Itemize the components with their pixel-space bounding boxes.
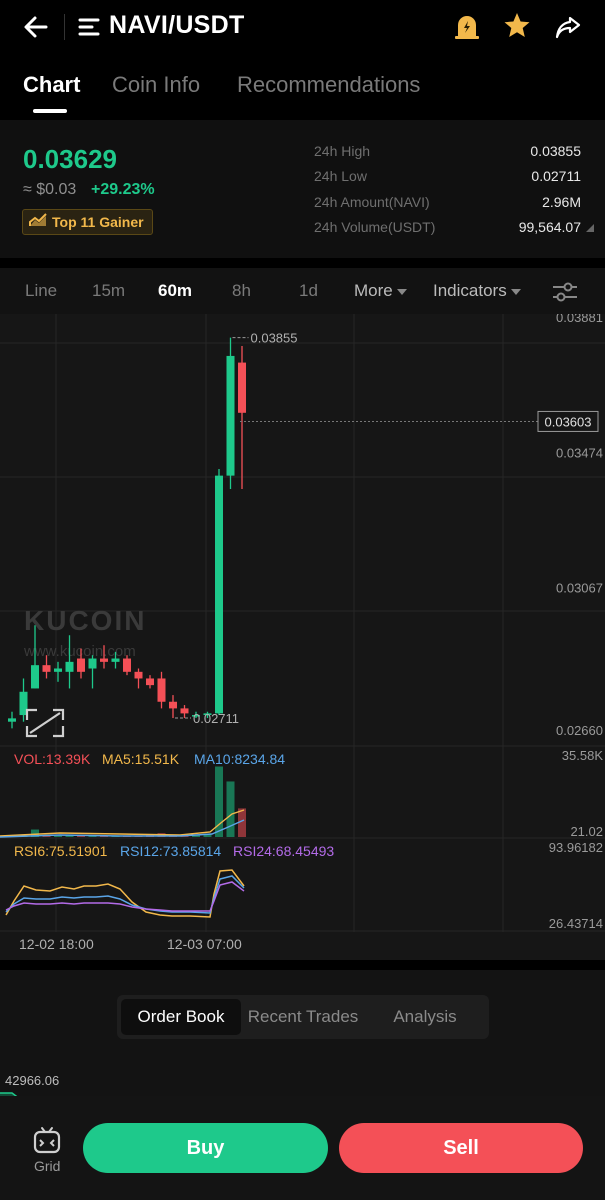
rsi6-line	[5, 869, 245, 918]
fullscreen-icon	[25, 708, 65, 738]
high-marker: 0.03855	[251, 331, 298, 346]
chart-settings-icon[interactable]	[551, 280, 579, 304]
candle-body	[65, 661, 74, 672]
x-label-1: 12-02 18:00	[19, 936, 94, 952]
candle-body	[88, 658, 97, 669]
grid-bot-icon[interactable]	[30, 1126, 64, 1156]
candle-body	[180, 708, 189, 714]
sell-button[interactable]: Sell	[339, 1123, 583, 1173]
menu-icon[interactable]	[78, 16, 100, 38]
tab-chart[interactable]: Chart	[23, 72, 80, 98]
price-summary: 0.03629 ≈ $0.03 +29.23% Top 11 Gainer 24…	[0, 120, 605, 258]
candle-body	[8, 718, 16, 722]
stat-high-value: 0.03855	[530, 143, 581, 159]
corner-triangle-icon	[586, 224, 594, 232]
rsi-axis-bottom: 26.43714	[549, 916, 603, 931]
stat-amount-label: 24h Amount(NAVI)	[314, 194, 430, 210]
tab-order-book[interactable]: Order Book	[121, 999, 241, 1035]
candle-body	[100, 658, 108, 662]
candle-body	[169, 701, 177, 709]
gainer-badge[interactable]: Top 11 Gainer	[22, 209, 153, 235]
tab-recommendations[interactable]: Recommendations	[237, 72, 420, 98]
ma5-label: MA5:15.51K	[102, 751, 180, 767]
indicators-dropdown[interactable]: Indicators	[433, 281, 521, 301]
usd-price: ≈ $0.03	[23, 181, 77, 198]
stat-low-value: 0.02711	[531, 168, 581, 184]
volume-axis-bottom: 21.02	[570, 824, 603, 839]
candle-body	[42, 665, 51, 672]
stat-volume-value: 99,564.07	[518, 219, 581, 235]
rsi24-label: RSI24:68.45493	[233, 843, 335, 859]
trend-up-icon	[29, 212, 47, 232]
current-price-tag: 0.03603	[545, 414, 592, 429]
tab-analysis[interactable]: Analysis	[365, 999, 485, 1035]
timeframe-bar: Line 15m 60m 8h 1d More Indicators	[0, 268, 605, 314]
stat-low-label: 24h Low	[314, 168, 367, 184]
stat-amount-value: 2.96M	[542, 194, 581, 210]
volume-bar	[226, 781, 235, 837]
tf-line[interactable]: Line	[25, 281, 57, 301]
header: NAVI/USDT Chart Coin Info Recommendation…	[0, 0, 605, 120]
rsi6-label: RSI6:75.51901	[14, 843, 108, 859]
chevron-down-icon	[510, 288, 521, 295]
candle-body	[146, 678, 154, 686]
watermark-logo: KUCOIN	[24, 605, 146, 636]
candle-body	[238, 362, 246, 413]
vol-label: VOL:13.39K	[14, 751, 91, 767]
candle-body	[123, 658, 131, 672]
tab-coin-info[interactable]: Coin Info	[112, 72, 200, 98]
last-price: 0.03629	[23, 144, 117, 174]
pair-title[interactable]: NAVI/USDT	[109, 11, 245, 40]
active-tab-indicator	[33, 109, 67, 113]
price-axis-label: 0.03067	[556, 581, 603, 596]
kucoin-watermark: KUCOIN www.kucoin.com	[23, 605, 146, 660]
rsi12-label: RSI12:73.85814	[120, 843, 222, 859]
candlestick-chart[interactable]: KUCOIN www.kucoin.com 0.03881 0.03474 0.03…	[0, 314, 605, 960]
candle-body	[54, 668, 62, 672]
tf-more-dropdown[interactable]: More	[354, 281, 407, 301]
candle-body	[111, 658, 120, 662]
tf-8h[interactable]: 8h	[232, 281, 251, 301]
share-icon[interactable]	[553, 12, 583, 42]
low-marker: 0.02711	[193, 711, 239, 726]
tab-recent-trades[interactable]: Recent Trades	[241, 999, 365, 1035]
candle-body	[77, 658, 85, 672]
ma10-label: MA10:8234.84	[194, 751, 286, 767]
candle-body	[215, 475, 223, 714]
tf-15m[interactable]: 15m	[92, 281, 125, 301]
tf-more-label: More	[354, 281, 393, 300]
candle-body	[31, 665, 39, 689]
tf-60m[interactable]: 60m	[158, 281, 192, 301]
stat-volume-label: 24h Volume(USDT)	[314, 219, 436, 235]
candle-body	[226, 355, 235, 476]
buy-button[interactable]: Buy	[83, 1123, 328, 1173]
indicators-label: Indicators	[433, 281, 507, 300]
price-axis-label: 0.02660	[556, 723, 603, 738]
volume-bar	[54, 835, 62, 837]
chevron-down-icon	[396, 288, 407, 295]
gainer-badge-label: Top 11 Gainer	[52, 214, 144, 230]
tf-1d[interactable]: 1d	[299, 281, 318, 301]
price-axis-label: 0.03474	[556, 445, 603, 460]
change-percent: +29.23%	[91, 181, 155, 198]
candle-body	[134, 671, 143, 679]
order-tabs: Order Book Recent Trades Analysis	[117, 995, 489, 1039]
bottom-bar: Grid Buy Sell	[0, 1096, 605, 1200]
x-label-2: 12-03 07:00	[167, 936, 242, 952]
header-divider	[64, 14, 65, 40]
candle-body	[157, 678, 166, 702]
arrow-left-icon[interactable]	[18, 10, 58, 44]
volume-axis-top: 35.58K	[562, 748, 604, 763]
rsi-axis-top: 93.96182	[549, 840, 603, 855]
price-axis-label: 0.03881	[556, 314, 603, 325]
price-alert-icon[interactable]	[452, 12, 482, 42]
stat-high-label: 24h High	[314, 143, 371, 159]
chart-area[interactable]: KUCOIN www.kucoin.com 0.03881 0.03474 0.03…	[0, 314, 605, 960]
grid-label[interactable]: Grid	[34, 1158, 60, 1174]
rsi24-line	[5, 881, 245, 912]
star-icon[interactable]	[502, 10, 532, 42]
depth-top-value: 42966.06	[5, 1073, 60, 1088]
watermark-url: www.kucoin.com	[23, 643, 136, 660]
